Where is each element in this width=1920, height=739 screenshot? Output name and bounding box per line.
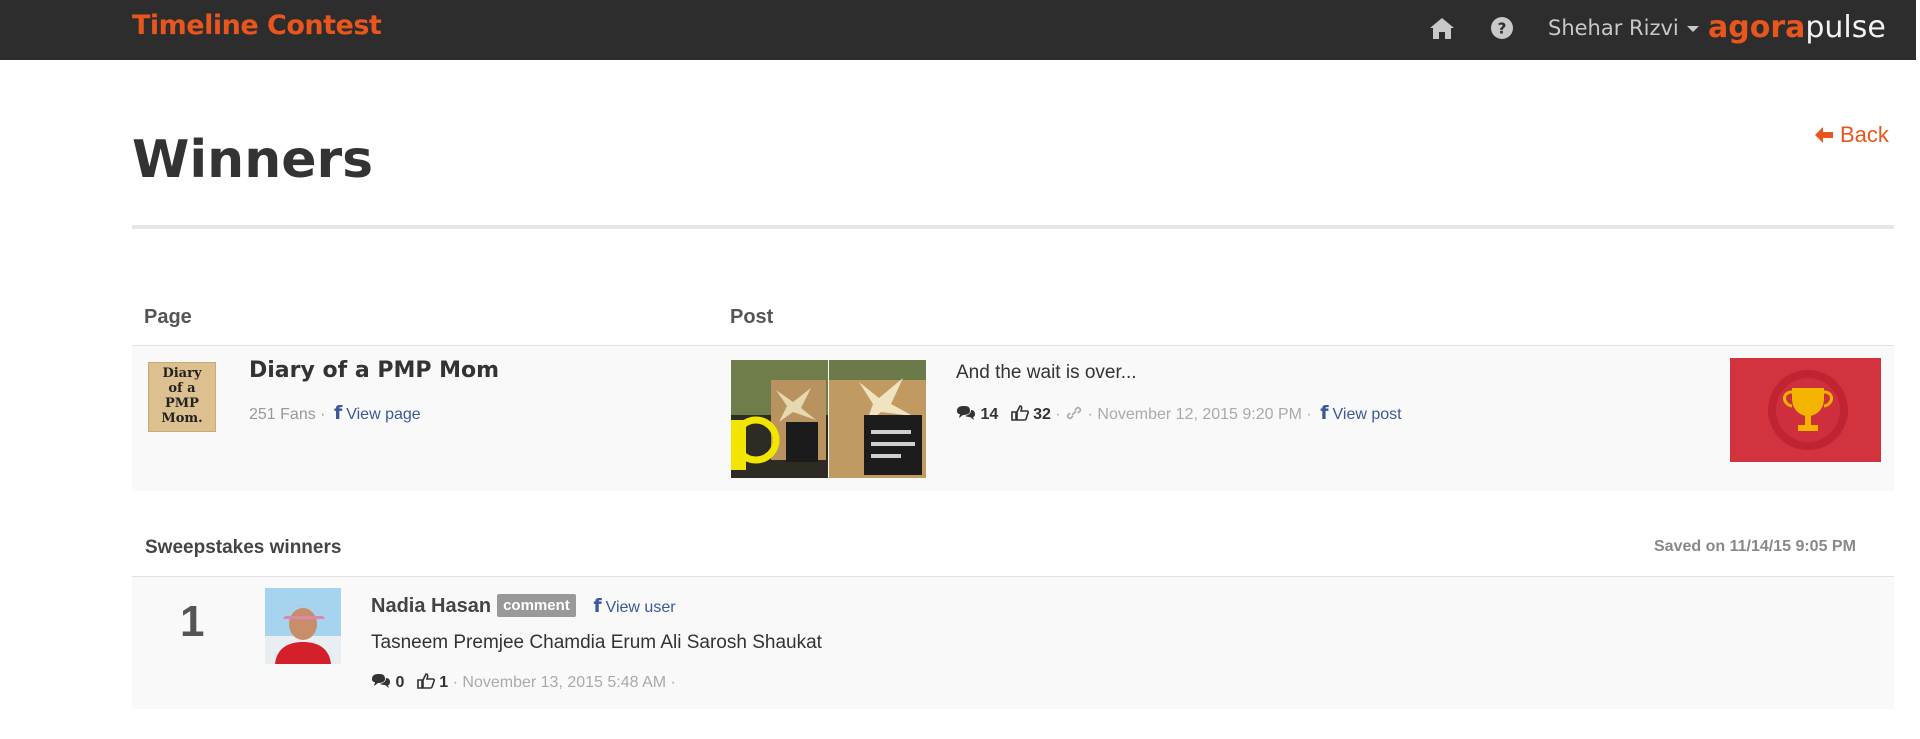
page-title: Winners	[132, 130, 374, 190]
post-stats: 14 32 · · November 12, 2015 9:20 PM · fV…	[956, 402, 1402, 424]
caret-down-icon	[1686, 26, 1699, 32]
user-menu[interactable]: Shehar Rizvi	[1548, 16, 1699, 40]
trophy-image	[1730, 358, 1881, 462]
fan-count: 251 Fans	[249, 406, 316, 423]
page-thumbnail[interactable]: Diary of a PMP Mom.	[148, 362, 216, 432]
post-date: November 12, 2015 9:20 PM	[1097, 406, 1302, 423]
like-count: 1	[439, 674, 449, 691]
back-link[interactable]: Back	[1814, 122, 1889, 148]
view-page-link[interactable]: View page	[346, 406, 420, 423]
home-icon[interactable]	[1427, 14, 1457, 44]
user-name: Shehar Rizvi	[1548, 16, 1679, 40]
winner-row-header: Nadia Hasan comment f View user	[371, 594, 676, 618]
thumb-line: Diary	[162, 366, 202, 381]
logo-part-agora: agora	[1708, 10, 1806, 45]
comment-count: 14	[980, 406, 999, 423]
post-photo[interactable]	[829, 360, 926, 478]
column-header-page: Page	[144, 306, 192, 328]
help-icon[interactable]: ?	[1487, 14, 1517, 44]
svg-text:?: ?	[1498, 20, 1507, 38]
post-text: And the wait is over...	[956, 362, 1137, 383]
back-label: Back	[1840, 122, 1889, 147]
page-meta: 251 Fans · f View page	[249, 402, 421, 424]
thumbs-up-icon	[1010, 405, 1029, 421]
column-header-post: Post	[730, 306, 774, 328]
thumb-line: Mom.	[161, 411, 203, 426]
comments-icon	[957, 406, 975, 420]
comment-count: 0	[395, 674, 405, 691]
separator: ·	[320, 406, 326, 423]
avatar[interactable]	[265, 588, 341, 664]
trophy-icon	[1768, 370, 1848, 450]
agorapulse-logo[interactable]: agorapulse	[1708, 10, 1886, 45]
comment-date: November 13, 2015 5:48 AM	[462, 674, 667, 691]
facebook-icon: f	[1320, 402, 1329, 424]
like-count: 32	[1033, 406, 1051, 423]
thumb-line: PMP	[165, 396, 199, 411]
facebook-icon: f	[593, 595, 602, 617]
entry-type-badge: comment	[497, 594, 576, 617]
winner-stats: 0 1 · November 13, 2015 5:48 AM ·	[371, 673, 676, 692]
saved-date: 11/14/15 9:05 PM	[1729, 538, 1856, 555]
app-title-link[interactable]: Timeline Contest	[132, 10, 382, 41]
logo-part-pulse: pulse	[1805, 10, 1886, 45]
thumb-line: of a	[168, 381, 196, 396]
winner-rank: 1	[180, 597, 205, 646]
comments-icon	[372, 674, 390, 688]
page-name: Diary of a PMP Mom	[249, 358, 500, 383]
saved-timestamp: Saved on 11/14/15 9:05 PM	[1654, 538, 1856, 556]
thumbs-up-icon	[417, 673, 435, 689]
link-icon[interactable]	[1065, 405, 1083, 421]
top-navbar: Timeline Contest ? Shehar Rizvi agorapul…	[0, 0, 1916, 60]
post-photo[interactable]	[731, 360, 828, 478]
view-user-link[interactable]: View user	[606, 599, 676, 616]
view-post-link[interactable]: View post	[1333, 406, 1402, 423]
winner-comment-text: Tasneem Premjee Chamdia Erum Ali Sarosh …	[371, 632, 822, 653]
saved-prefix: Saved on	[1654, 538, 1726, 555]
sweepstakes-winners-heading: Sweepstakes winners	[145, 537, 342, 558]
facebook-icon: f	[333, 402, 343, 424]
arrow-left-icon	[1815, 127, 1833, 143]
winner-name: Nadia Hasan	[371, 595, 492, 617]
title-divider	[132, 225, 1894, 229]
